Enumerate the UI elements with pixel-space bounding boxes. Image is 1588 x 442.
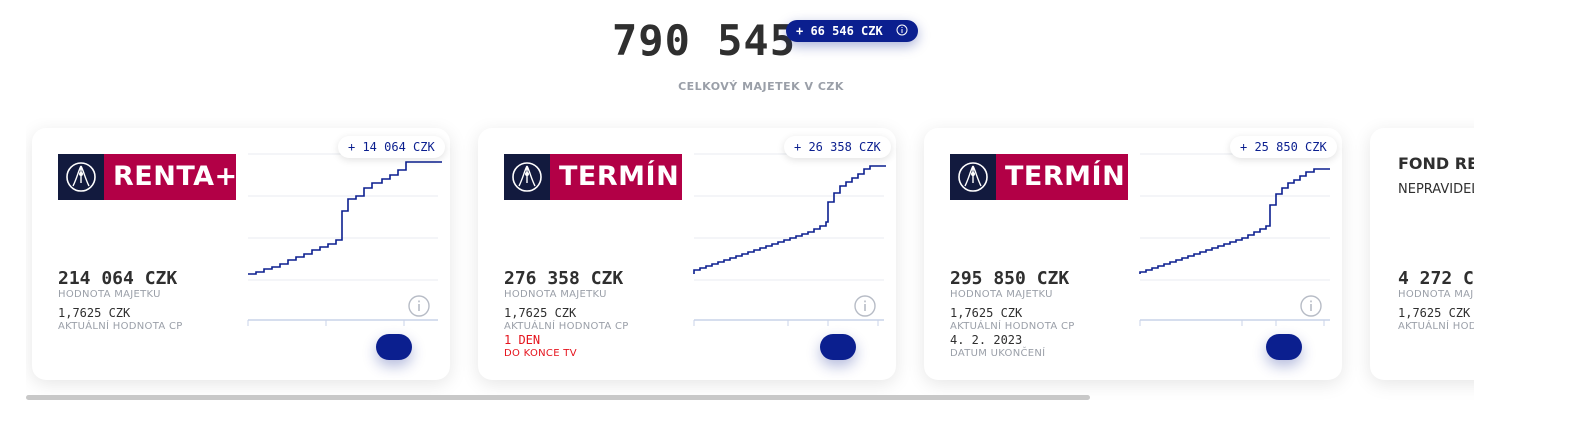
info-icon[interactable] xyxy=(1299,294,1323,322)
product-name: RENTA+ xyxy=(104,154,236,200)
unit-price: 1,7625 CZK xyxy=(1398,306,1471,320)
product-card-termin[interactable]: TERMÍN + 26 358 CZK 276 358 CZK HODNOTA … xyxy=(478,128,896,380)
gain-badge: + 14 064 CZK xyxy=(338,136,445,158)
unit-price-label: AKTUÁLNÍ HODNOTA CP xyxy=(950,321,1075,332)
asset-value: 4 272 CZK xyxy=(1398,268,1474,289)
bank-logo-icon xyxy=(58,154,104,200)
unit-price-label: AKTUÁLNÍ HODNOTA CP xyxy=(58,321,183,332)
unit-price: 1,7625 CZK xyxy=(58,306,131,320)
gain-badge: + 25 850 CZK xyxy=(1230,136,1337,158)
asset-value-label: HODNOTA MAJETKU xyxy=(950,289,1053,300)
bank-logo-icon xyxy=(950,154,996,200)
info-icon[interactable] xyxy=(896,21,908,43)
open-detail-button[interactable] xyxy=(1266,334,1302,360)
chart-line xyxy=(693,165,886,274)
open-detail-button[interactable] xyxy=(820,334,856,360)
portfolio-summary: 790 545 + 66 546 CZK CELKOVÝ MAJETEK V C… xyxy=(0,0,1588,110)
asset-value-label: HODNOTA MAJETKU xyxy=(58,289,161,300)
product-card-termin[interactable]: TERMÍN + 25 850 CZK 295 850 CZK HODNOTA … xyxy=(924,128,1342,380)
term-remaining-value: 1 DEN xyxy=(504,333,541,347)
scrollbar-thumb[interactable] xyxy=(26,395,1090,400)
fund-title: FOND REÁLNÝCH AKTIV xyxy=(1398,154,1474,173)
carousel-scrollbar[interactable] xyxy=(26,395,1474,401)
unit-price-label: AKTUÁLNÍ HODNOTA CP xyxy=(504,321,629,332)
unit-price: 1,7625 CZK xyxy=(950,306,1023,320)
end-date-label: DATUM UKONČENÍ xyxy=(950,348,1046,359)
total-value: 790 545 xyxy=(612,16,797,65)
product-logo: TERMÍN xyxy=(504,154,682,200)
product-name: TERMÍN xyxy=(996,154,1128,200)
product-logo: RENTA+ xyxy=(58,154,236,200)
gain-badge: + 26 358 CZK xyxy=(784,136,891,158)
product-carousel[interactable]: RENTA+ + 14 064 CZK 214 064 CZK HODNOTA … xyxy=(26,118,1474,404)
unit-price: 1,7625 CZK xyxy=(504,306,577,320)
total-change-value: + 66 546 CZK xyxy=(796,24,883,38)
total-change-badge[interactable]: + 66 546 CZK xyxy=(786,20,918,42)
product-name: TERMÍN xyxy=(550,154,682,200)
open-detail-button[interactable] xyxy=(376,334,412,360)
chart-line xyxy=(248,161,442,275)
asset-value: 214 064 CZK xyxy=(58,268,178,289)
total-label: CELKOVÝ MAJETEK V CZK xyxy=(678,80,844,93)
term-remaining-label: DO KONCE TV xyxy=(504,348,577,359)
unit-price-label: AKTUÁLNÍ HODNOTA CP xyxy=(1398,321,1474,332)
asset-value-label: HODNOTA MAJETKU xyxy=(504,289,607,300)
end-date-value: 4. 2. 2023 xyxy=(950,333,1023,347)
asset-value-label: HODNOTA MAJETKU xyxy=(1398,289,1474,300)
product-card-renta[interactable]: RENTA+ + 14 064 CZK 214 064 CZK HODNOTA … xyxy=(32,128,450,380)
info-icon[interactable] xyxy=(853,294,877,322)
product-logo: TERMÍN xyxy=(950,154,1128,200)
chart-line xyxy=(1139,168,1330,274)
product-card-fund[interactable]: FOND REÁLNÝCH AKTIV NEPRAVIDELNÉ INVESTO… xyxy=(1370,128,1474,380)
fund-description: NEPRAVIDELNÉ INVESTOVÁNÍ NA DOBU NEURČIT… xyxy=(1398,182,1474,197)
asset-value: 276 358 CZK xyxy=(504,268,624,289)
asset-value: 295 850 CZK xyxy=(950,268,1070,289)
info-icon[interactable] xyxy=(407,294,431,322)
bank-logo-icon xyxy=(504,154,550,200)
